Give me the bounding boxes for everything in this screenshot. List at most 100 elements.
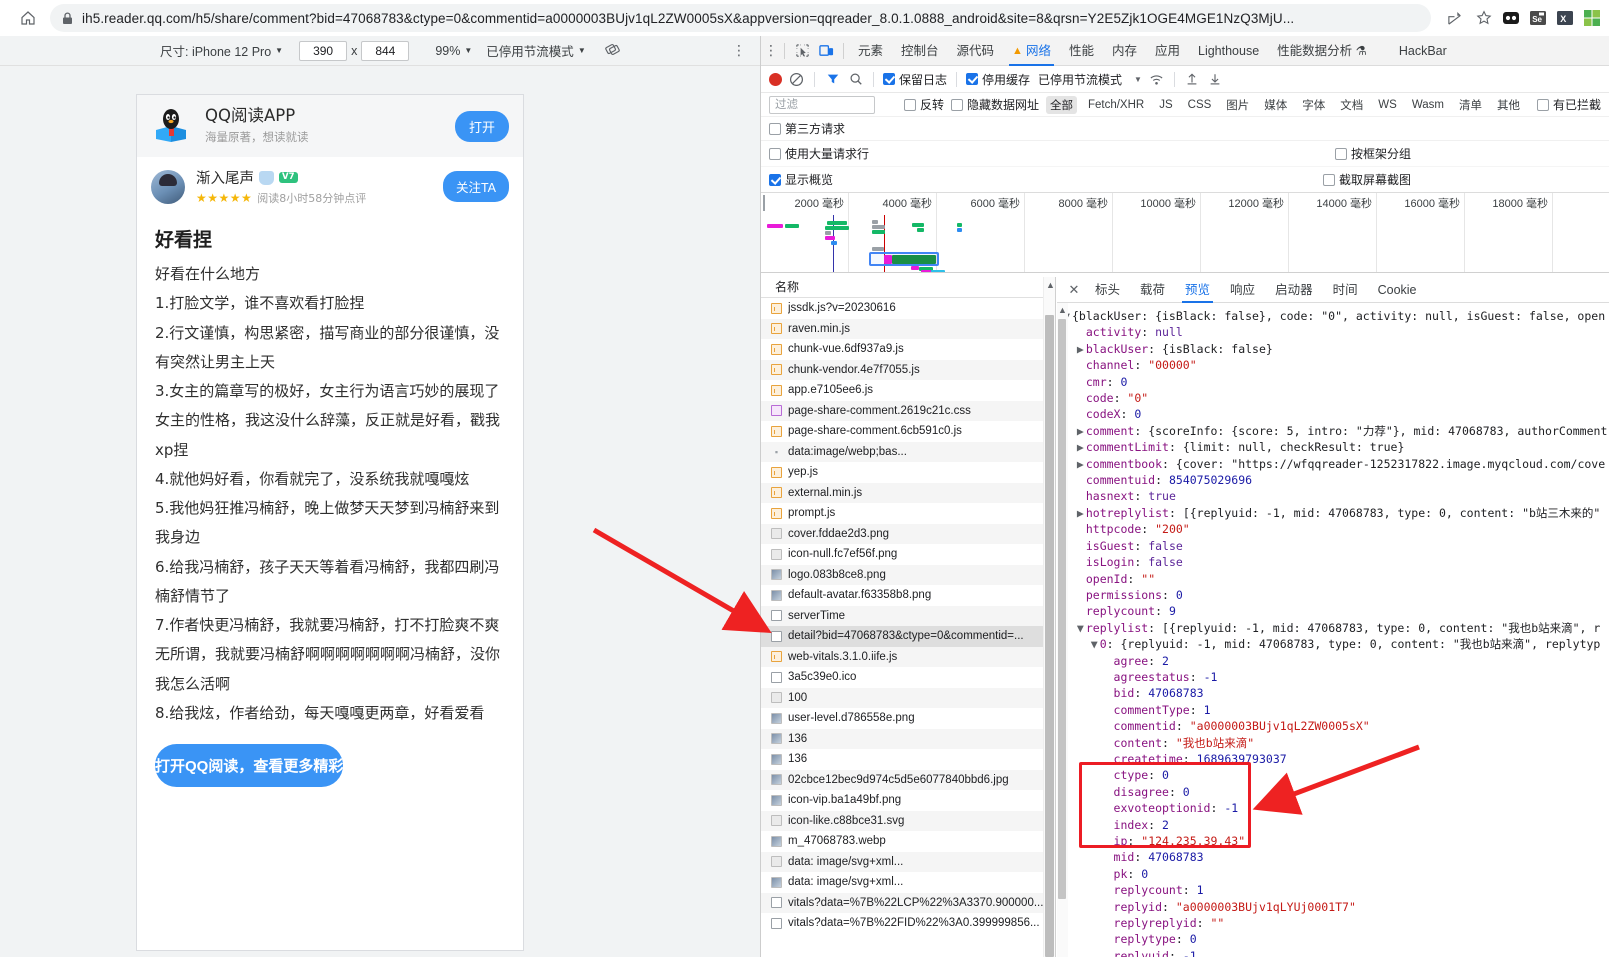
tab-memory[interactable]: 内存 — [1103, 36, 1146, 66]
json-row[interactable]: ▶ commentLimit: {limit: null, checkResult… — [1063, 439, 1609, 455]
request-row[interactable]: prompt.js — [761, 503, 1055, 524]
rotate-icon[interactable] — [604, 41, 621, 61]
json-row[interactable]: ▶ commentbook: {cover: "https://wfqqreade… — [1063, 456, 1609, 472]
request-row[interactable]: vitals?data=%7B%22FID%22%3A0.399999856..… — [761, 913, 1055, 934]
request-row[interactable]: vitals?data=%7B%22LCP%22%3A3370.900000..… — [761, 892, 1055, 913]
request-row[interactable]: m_47068783.webp — [761, 831, 1055, 852]
open-app-button[interactable]: 打开 — [454, 110, 509, 142]
export-har-icon[interactable] — [1207, 71, 1224, 88]
request-row[interactable]: data: image/svg+xml... — [761, 851, 1055, 872]
triangle-right-icon[interactable]: ▶ — [1077, 423, 1086, 439]
request-row[interactable]: ▪ data:image/webp;bas... — [761, 441, 1055, 462]
scroll-up-icon[interactable]: ▲ — [1046, 280, 1055, 290]
filter-type-ws[interactable]: WS — [1374, 98, 1401, 112]
request-row[interactable]: page-share-comment.2619c21c.css — [761, 400, 1055, 421]
tab-hackbar[interactable]: HackBar — [1390, 36, 1456, 66]
device-size-selector[interactable]: 尺寸: iPhone 12 Pro ▼ — [160, 41, 283, 60]
detail-tab-response[interactable]: 响应 — [1220, 277, 1265, 303]
request-row[interactable]: data: image/svg+xml... — [761, 872, 1055, 893]
json-row[interactable]: replycount: 1 — [1063, 882, 1609, 898]
request-row[interactable]: app.e7105ee6.js — [761, 380, 1055, 401]
triangle-right-icon[interactable]: ▶ — [1077, 456, 1086, 472]
viewport-height-input[interactable]: 844 — [361, 40, 410, 61]
json-row[interactable]: ▼{blackUser: {isBlack: false}, code: "0"… — [1063, 308, 1609, 324]
filter-icon[interactable] — [824, 71, 841, 88]
detail-tab-preview[interactable]: 预览 — [1175, 277, 1220, 303]
invert-filter-checkbox[interactable]: 反转 — [903, 96, 944, 113]
json-row[interactable]: isGuest: false — [1063, 538, 1609, 554]
json-row[interactable]: ip: "124.235.39.43" — [1063, 833, 1609, 849]
request-row[interactable]: 02cbce12bec9d974c5d5e6077840bbd6.jpg — [761, 769, 1055, 790]
tab-console[interactable]: 控制台 — [892, 36, 948, 66]
json-row[interactable]: openId: "" — [1063, 571, 1609, 587]
request-row[interactable]: icon-like.c88bce31.svg — [761, 810, 1055, 831]
json-row[interactable]: replycount: 9 — [1063, 603, 1609, 619]
json-row[interactable]: cmr: 0 — [1063, 374, 1609, 390]
triangle-right-icon[interactable]: ▶ — [1077, 505, 1086, 521]
json-row[interactable]: agreestatus: -1 — [1063, 669, 1609, 685]
json-row[interactable]: agree: 2 — [1063, 653, 1609, 669]
json-row[interactable]: permissions: 0 — [1063, 587, 1609, 603]
request-row[interactable]: icon-vip.ba1a49bf.png — [761, 790, 1055, 811]
filter-type-font[interactable]: 字体 — [1298, 96, 1329, 114]
json-row[interactable]: isLogin: false — [1063, 554, 1609, 570]
triangle-down-icon[interactable]: ▼ — [1091, 636, 1100, 652]
bookmark-star-icon[interactable] — [1471, 5, 1497, 31]
zoom-selector[interactable]: 99% ▼ — [435, 44, 472, 58]
tab-sources[interactable]: 源代码 — [948, 36, 1004, 66]
json-row[interactable]: commentid: "a0000003BUjv1qL2ZW0005sX" — [1063, 718, 1609, 734]
request-row[interactable]: page-share-comment.6cb591c0.js — [761, 421, 1055, 442]
request-row[interactable]: jssdk.js?v=20230616 — [761, 298, 1055, 319]
triangle-right-icon[interactable]: ▶ — [1077, 341, 1086, 357]
filter-type-doc[interactable]: 文档 — [1336, 96, 1367, 114]
throttle-selector[interactable]: 已停用节流模式 ▼ — [486, 41, 585, 60]
json-row[interactable]: replyreplyid: "" — [1063, 915, 1609, 931]
device-toolbar-icon[interactable] — [814, 39, 838, 63]
filter-type-wasm[interactable]: Wasm — [1408, 98, 1448, 112]
json-row[interactable]: index: 2 — [1063, 817, 1609, 833]
json-row[interactable]: hasnext: true — [1063, 488, 1609, 504]
network-overview-timeline[interactable]: 2000 毫秒 4000 毫秒 6000 毫秒 8000 毫秒 10000 毫秒… — [761, 193, 1609, 273]
qr-code-icon[interactable] — [1582, 9, 1601, 28]
detail-tab-cookies[interactable]: Cookie — [1368, 277, 1427, 303]
filter-type-media[interactable]: 媒体 — [1260, 96, 1291, 114]
network-request-list[interactable]: 名称 jssdk.js?v=20230616 raven.min.js chunk-… — [761, 277, 1056, 957]
request-row[interactable]: 100 — [761, 687, 1055, 708]
scrollbar-thumb[interactable] — [1045, 315, 1054, 957]
filter-type-css[interactable]: CSS — [1184, 98, 1216, 112]
request-row[interactable]: chunk-vendor.4e7f7055.js — [761, 359, 1055, 380]
close-icon[interactable]: ✕ — [1063, 282, 1085, 298]
request-row[interactable]: serverTime — [761, 605, 1055, 626]
json-row[interactable]: commentuid: 854075029696 — [1063, 472, 1609, 488]
detail-tab-initiator[interactable]: 启动器 — [1265, 277, 1323, 303]
json-row[interactable]: channel: "00000" — [1063, 357, 1609, 373]
json-row[interactable]: createtime: 1689639793037 — [1063, 751, 1609, 767]
json-row[interactable]: commentType: 1 — [1063, 702, 1609, 718]
request-row[interactable]: chunk-vue.6df937a9.js — [761, 339, 1055, 360]
json-preview-tree[interactable]: ▼ {blackUser: {isBlack: false}, code: "0"… — [1057, 303, 1609, 957]
hide-data-urls-checkbox[interactable]: 隐藏数据网址 — [950, 96, 1039, 113]
request-row[interactable]: default-avatar.f63358b8.png — [761, 585, 1055, 606]
share-icon[interactable] — [1441, 5, 1467, 31]
detail-pane-scrollbar[interactable]: ▲ — [1057, 303, 1068, 957]
capture-screenshots-checkbox[interactable]: 截取屏幕截图 — [1322, 171, 1411, 188]
tab-performance-insights[interactable]: 性能数据分析 ⚗ — [1268, 36, 1376, 66]
json-row[interactable]: ▼ replylist: [{replyuid: -1, mid: 4706878… — [1063, 620, 1609, 636]
json-row[interactable]: httpcode: "200" — [1063, 521, 1609, 537]
json-row[interactable]: ▶ blackUser: {isBlack: false} — [1063, 341, 1609, 357]
triangle-down-icon[interactable]: ▼ — [1077, 620, 1086, 636]
filter-input[interactable]: 过滤 — [769, 95, 875, 114]
big-request-rows-checkbox[interactable]: 使用大量请求行 — [769, 145, 869, 162]
inspect-element-icon[interactable] — [790, 39, 814, 63]
tab-lighthouse[interactable]: Lighthouse — [1189, 36, 1268, 66]
detail-tab-payload[interactable]: 载荷 — [1130, 277, 1175, 303]
blocked-cookies-checkbox[interactable]: 有已拦截 — [1536, 96, 1601, 113]
filter-type-fetch-xhr[interactable]: Fetch/XHR — [1084, 98, 1148, 112]
tab-application[interactable]: 应用 — [1146, 36, 1189, 66]
search-icon[interactable] — [847, 71, 864, 88]
xpath-icon[interactable]: X — [1555, 9, 1574, 28]
third-party-checkbox[interactable]: 第三方请求 — [769, 120, 845, 137]
tab-elements[interactable]: 元素 — [849, 36, 892, 66]
request-row[interactable]: 136 — [761, 749, 1055, 770]
detail-tab-headers[interactable]: 标头 — [1085, 277, 1130, 303]
